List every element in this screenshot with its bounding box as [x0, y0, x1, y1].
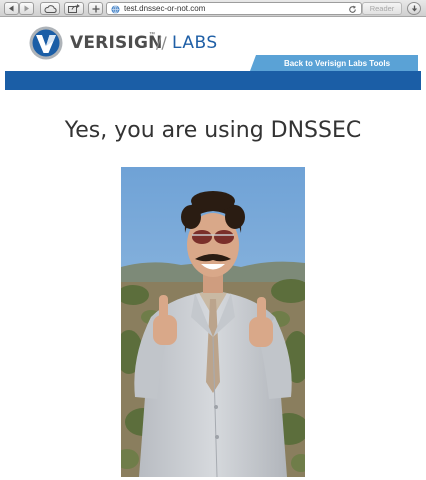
back-button[interactable] [4, 2, 19, 15]
reader-button[interactable]: Reader [362, 2, 402, 15]
forward-button[interactable] [19, 2, 34, 15]
add-icon [92, 5, 99, 12]
address-bar[interactable]: test.dnssec-or-not.com [106, 2, 362, 15]
verisign-logo-icon[interactable] [29, 26, 63, 60]
browser-toolbar: test.dnssec-or-not.com Reader [0, 0, 426, 17]
cloud-icon [44, 4, 57, 13]
download-icon [411, 5, 417, 12]
thumbs-up-photo [121, 167, 305, 477]
photo-illustration [121, 167, 305, 477]
share-button[interactable] [64, 2, 84, 15]
url-text: test.dnssec-or-not.com [124, 4, 206, 13]
new-tab-button[interactable] [88, 2, 103, 15]
reload-icon[interactable] [348, 5, 357, 14]
header-band [5, 71, 421, 90]
globe-icon [111, 5, 120, 14]
back-icon [9, 5, 14, 12]
page-title: Yes, you are using DNSSEC [64, 118, 362, 143]
brand-trademark: ™ [149, 32, 155, 38]
brand-separator: // [156, 33, 167, 52]
back-to-tools-link[interactable]: Back to Verisign Labs Tools [250, 55, 418, 71]
share-icon [68, 4, 80, 13]
downloads-button[interactable] [407, 2, 421, 15]
forward-icon [24, 5, 29, 12]
icloud-tabs-button[interactable] [40, 2, 60, 15]
brand-labs: LABS [172, 33, 218, 53]
